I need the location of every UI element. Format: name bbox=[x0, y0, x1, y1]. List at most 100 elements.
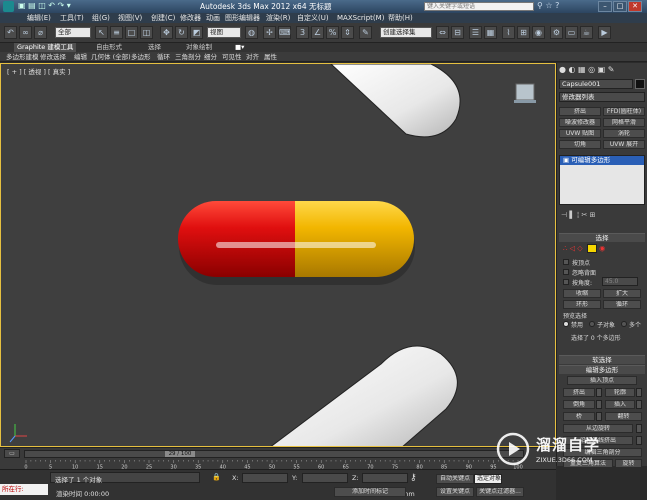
search-input[interactable]: 键入关键字或短语 bbox=[424, 2, 534, 11]
window-crossing-icon[interactable]: ◫ bbox=[140, 26, 153, 39]
graphite-toggle-icon[interactable]: ▦ bbox=[484, 26, 497, 39]
inset-button[interactable]: 插入 bbox=[605, 400, 635, 409]
ribbon-align[interactable]: 对齐 bbox=[246, 52, 259, 62]
set-key-button[interactable]: 设置关键点 bbox=[436, 487, 474, 497]
menu-rendering[interactable]: 渲染(R) bbox=[266, 13, 290, 23]
preview-multi-radio[interactable] bbox=[621, 321, 627, 327]
unlink-icon[interactable]: ⌀ bbox=[34, 26, 47, 39]
render-production-icon[interactable]: ☕ bbox=[580, 26, 593, 39]
command-panel-tabs[interactable]: ● ◐ ▦ ◎ ▣ ✎ bbox=[559, 65, 646, 76]
modifier-uvw-map-button[interactable]: UVW 贴图 bbox=[559, 129, 601, 138]
maxscript-listener-mini[interactable]: 所在行: bbox=[0, 484, 48, 495]
move-icon[interactable]: ✥ bbox=[160, 26, 173, 39]
ribbon-options-icon[interactable]: ■▾ bbox=[235, 43, 244, 52]
ribbon-properties[interactable]: 属性 bbox=[264, 52, 277, 62]
undo-icon[interactable]: ↶ bbox=[4, 26, 17, 39]
selection-rollout-header[interactable]: 选择 bbox=[559, 233, 645, 242]
time-slider[interactable]: 29 / 100 bbox=[24, 450, 524, 458]
outline-settings-button[interactable] bbox=[636, 388, 642, 397]
timeline-ruler[interactable]: 0 5 10 15 20 25 30 35 40 45 50 55 60 65 70 75 80 85 90 95 10… bbox=[24, 460, 524, 469]
percent-snap-icon[interactable]: % bbox=[326, 26, 339, 39]
spinner-snap-icon[interactable]: ⇕ bbox=[341, 26, 354, 39]
selected-object-dropdown[interactable]: 选定对象 bbox=[474, 474, 502, 484]
rendered-frame-icon[interactable]: ▭ bbox=[565, 26, 578, 39]
add-time-tag-button[interactable]: 添加时间标记 bbox=[334, 487, 406, 497]
inset-settings-button[interactable] bbox=[636, 400, 642, 409]
object-color-swatch[interactable] bbox=[635, 79, 645, 89]
stack-tools-icons[interactable]: ⊣ ▌ ¦ ✂ ⊞ bbox=[561, 211, 645, 220]
menu-graph-editors[interactable]: 图形编辑器 bbox=[225, 13, 260, 23]
z-coordinate-field[interactable] bbox=[362, 473, 408, 483]
extrude-button[interactable]: 挤出 bbox=[563, 388, 595, 397]
tab-object-paint[interactable]: 对象绘制 bbox=[186, 43, 212, 52]
modifier-ffd-button[interactable]: FFD(圆柱体) bbox=[603, 107, 645, 116]
subobject-level-icons[interactable]: ∴ ◁ ◇ ◉ bbox=[563, 244, 643, 255]
reference-coord-dropdown[interactable]: 视图 bbox=[207, 27, 241, 38]
modifier-extrude-button[interactable]: 挤出 bbox=[559, 107, 601, 116]
red-yellow-capsule[interactable] bbox=[178, 201, 414, 277]
ribbon-tris[interactable]: 三角剖分 bbox=[175, 52, 201, 62]
modifier-unwrap-button[interactable]: UVW 展开 bbox=[603, 140, 645, 149]
bridge-button[interactable]: 桥 bbox=[563, 412, 595, 421]
rotate-icon[interactable]: ↻ bbox=[175, 26, 188, 39]
help-icons[interactable]: ⚲ ☆ ? bbox=[537, 1, 559, 10]
menu-edit[interactable]: 编辑(E) bbox=[27, 13, 51, 23]
key-icon[interactable]: ⚷ bbox=[410, 473, 434, 495]
bevel-button[interactable]: 倒角 bbox=[563, 400, 595, 409]
layer-manager-icon[interactable]: ☰ bbox=[469, 26, 482, 39]
flip-button[interactable]: 翻转 bbox=[605, 412, 642, 421]
pivot-icon[interactable]: ◍ bbox=[245, 26, 258, 39]
ribbon-loops[interactable]: 循环 bbox=[157, 52, 170, 62]
snap-toggle-icon[interactable]: 3 bbox=[296, 26, 309, 39]
white-capsule-top[interactable] bbox=[330, 64, 461, 138]
material-editor-icon[interactable]: ◉ bbox=[532, 26, 545, 39]
tab-selection[interactable]: 选择 bbox=[148, 43, 161, 52]
angle-snap-icon[interactable]: ∠ bbox=[311, 26, 324, 39]
menu-animation[interactable]: 动画 bbox=[206, 13, 220, 23]
time-slider-thumb[interactable]: 29 / 100 bbox=[165, 451, 195, 457]
preview-subobject-radio[interactable] bbox=[589, 321, 595, 327]
preview-off-radio[interactable] bbox=[563, 321, 569, 327]
keyboard-shortcut-icon[interactable]: ⌨ bbox=[278, 26, 291, 39]
ring-button[interactable]: 环形 bbox=[563, 300, 601, 309]
extrude-settings-button[interactable] bbox=[596, 388, 602, 397]
menu-help[interactable]: 帮助(H) bbox=[388, 13, 413, 23]
ribbon-subdivision[interactable]: 细分 bbox=[204, 52, 217, 62]
bevel-settings-button[interactable] bbox=[596, 400, 602, 409]
modifier-meshsmooth-button[interactable]: 网格平滑 bbox=[603, 118, 645, 127]
rect-selection-icon[interactable]: □ bbox=[125, 26, 138, 39]
select-manipulate-icon[interactable]: ✢ bbox=[263, 26, 276, 39]
scale-icon[interactable]: ◩ bbox=[190, 26, 203, 39]
soft-selection-rollout-header[interactable]: 软选择 bbox=[559, 355, 645, 364]
ribbon-edit[interactable]: 编辑 bbox=[74, 52, 87, 62]
shrink-button[interactable]: 收缩 bbox=[563, 289, 601, 298]
key-filters-button[interactable]: 关键点过滤器... bbox=[476, 487, 524, 497]
ribbon-polygon-modeling[interactable]: 多边形建模 bbox=[6, 52, 39, 62]
auto-key-button[interactable]: 自动关键点 bbox=[436, 474, 474, 484]
bridge-settings-button[interactable] bbox=[596, 412, 602, 421]
link-icon[interactable]: ∞ bbox=[19, 26, 32, 39]
object-name-field[interactable]: Capsule001 bbox=[559, 79, 633, 89]
curve-editor-icon[interactable]: ⌇ bbox=[502, 26, 515, 39]
edit-named-selection-icon[interactable]: ✎ bbox=[359, 26, 372, 39]
menu-create[interactable]: 创建(C) bbox=[151, 13, 175, 23]
schematic-view-icon[interactable]: ⊞ bbox=[517, 26, 530, 39]
ignore-backfacing-checkbox[interactable] bbox=[563, 269, 569, 275]
viewcube-icon[interactable] bbox=[514, 83, 536, 103]
ribbon-visibility[interactable]: 可见性 bbox=[222, 52, 242, 62]
angle-spinner[interactable]: 45.0 bbox=[602, 277, 638, 286]
tab-graphite-modeling[interactable]: Graphite 建模工具 bbox=[14, 43, 77, 52]
select-object-icon[interactable]: ↖ bbox=[95, 26, 108, 39]
outline-button[interactable]: 轮廓 bbox=[605, 388, 635, 397]
y-coordinate-field[interactable] bbox=[302, 473, 348, 483]
ribbon-geometry-all[interactable]: 几何体 (全部) bbox=[91, 52, 131, 62]
loop-button[interactable]: 循环 bbox=[603, 300, 641, 309]
by-angle-checkbox[interactable] bbox=[563, 279, 569, 285]
mini-curve-editor-icon[interactable]: ▭ bbox=[4, 449, 20, 458]
edit-polygons-rollout-header[interactable]: 编辑多边形 bbox=[559, 365, 645, 374]
modifier-turbo-button[interactable]: 涡轮 bbox=[603, 129, 645, 138]
menu-modifiers[interactable]: 修改器 bbox=[180, 13, 201, 23]
grow-button[interactable]: 扩大 bbox=[603, 289, 641, 298]
select-by-name-icon[interactable]: ≡ bbox=[110, 26, 123, 39]
insert-vertex-button[interactable]: 插入顶点 bbox=[567, 376, 637, 385]
